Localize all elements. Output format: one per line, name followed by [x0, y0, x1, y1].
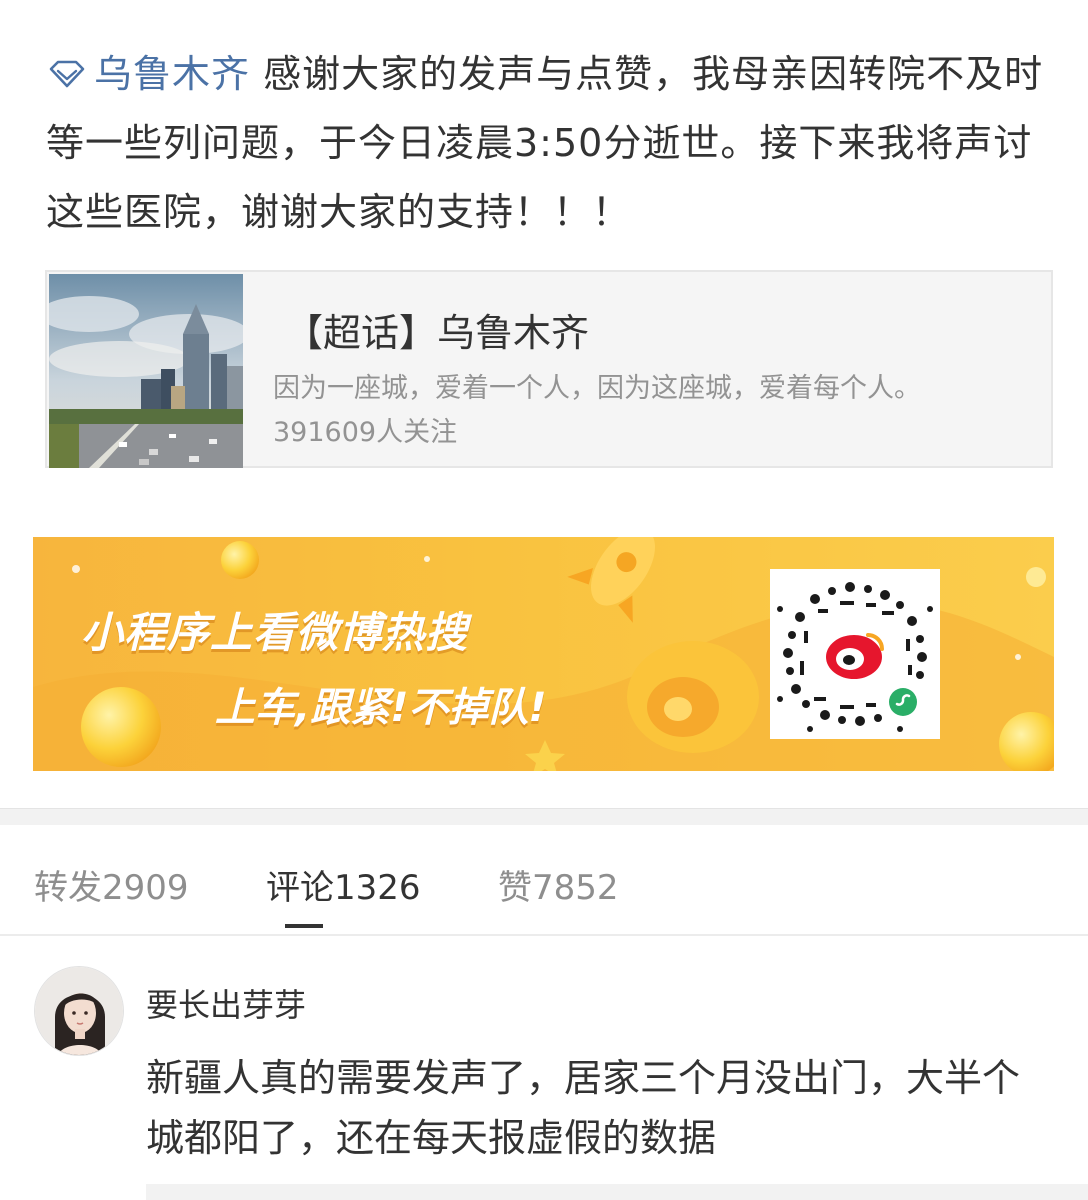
tab-comments[interactable]: 评论1326: [266, 860, 421, 909]
avatar[interactable]: [34, 966, 124, 1056]
comment-replies-box[interactable]: [146, 1184, 1088, 1200]
comment-author[interactable]: 要长出芽芽: [146, 980, 306, 1026]
banner-subline: 上车,跟紧!不掉队!: [215, 685, 547, 731]
interaction-tabs: 转发2909 评论1326 赞7852: [0, 824, 1088, 936]
tab-likes[interactable]: 赞7852: [498, 860, 619, 909]
card-title: 【超话】乌鲁木齐: [285, 311, 590, 355]
card-followers: 391609人关注: [273, 417, 458, 448]
super-topic-diamond-icon: [49, 60, 85, 88]
tab-reposts[interactable]: 转发2909: [34, 860, 189, 909]
section-separator: [0, 808, 1088, 825]
super-topic-card[interactable]: 【超话】乌鲁木齐 因为一座城，爱着一个人，因为这座城，爱着每个人。 391609…: [45, 270, 1053, 468]
active-tab-indicator: [285, 924, 323, 928]
super-topic-name[interactable]: 乌鲁木齐: [94, 52, 250, 96]
miniprogram-promo-banner[interactable]: 小程序上看微博热搜 上车,跟紧!不掉队!: [33, 537, 1054, 771]
city-thumbnail: [49, 274, 243, 468]
card-description: 因为一座城，爱着一个人，因为这座城，爱着每个人。: [273, 373, 921, 404]
comment-text: 新疆人真的需要发声了，居家三个月没出门，大半个城都阳了，还在每天报虚假的数据: [146, 1056, 1021, 1160]
super-topic-link[interactable]: 乌鲁木齐: [46, 52, 263, 96]
qr-code-icon: [777, 582, 933, 732]
weibo-qr-code[interactable]: [770, 569, 940, 739]
post-text-block: 乌鲁木齐 感谢大家的发声与点赞，我母亲因转院不及时等一些列问题，于今日凌晨3:5…: [46, 40, 1056, 247]
banner-headline: 小程序上看微博热搜: [81, 608, 469, 657]
